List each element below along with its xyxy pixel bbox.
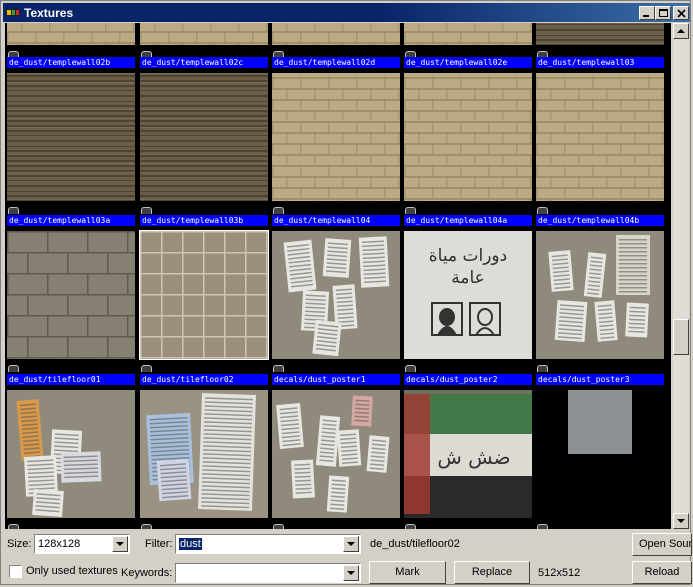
open-source-button[interactable]: Open Source: [632, 533, 692, 556]
keywords-label: Keywords:: [121, 567, 173, 579]
texture-image[interactable]: [7, 390, 135, 518]
arrow-down-icon: [677, 519, 685, 523]
mark-button[interactable]: Mark: [369, 561, 446, 584]
texture-name-label: de_dust/templewall02c: [140, 57, 268, 68]
texture-image[interactable]: [536, 390, 664, 454]
maximize-button[interactable]: [655, 6, 671, 20]
usage-marker-icon: [141, 207, 152, 214]
scroll-thumb[interactable]: [673, 319, 689, 355]
texture-name-label: de_dust/tilefloor01: [7, 374, 135, 385]
filter-value: dust: [179, 538, 202, 550]
texture-name-label: de_dust/templewall04: [272, 215, 400, 226]
texture-image[interactable]: [272, 231, 400, 359]
texture-image[interactable]: [7, 23, 135, 45]
texture-image[interactable]: [140, 73, 268, 201]
maximize-icon: [659, 9, 668, 17]
usage-marker-icon: [537, 365, 548, 372]
sign-line-2: عامة: [451, 268, 485, 288]
only-used-textures-label: Only used textures: [26, 565, 118, 577]
texture-name-label: de_dust/templewall04b: [536, 215, 664, 226]
window-title: Textures: [24, 6, 74, 20]
textures-window: Textures de_dust/templewall02b de_dust/te…: [0, 0, 692, 585]
texture-image[interactable]: ضش ش: [404, 390, 532, 518]
usage-marker-icon: [8, 207, 19, 214]
chevron-down-icon[interactable]: [343, 536, 359, 552]
close-button[interactable]: [673, 6, 689, 20]
selection-outline: [139, 230, 269, 360]
texture-image[interactable]: [272, 390, 400, 518]
texture-image[interactable]: [140, 390, 268, 518]
texture-name-label: de_dust/templewall03b: [140, 215, 268, 226]
filter-label: Filter:: [145, 538, 173, 550]
texture-image[interactable]: دورات مياةعامة: [404, 231, 532, 359]
texture-image[interactable]: [272, 73, 400, 201]
texture-image[interactable]: [536, 23, 664, 45]
texture-name-label: de_dust/tilefloor02: [140, 374, 268, 385]
usage-marker-icon: [273, 207, 284, 214]
texture-name-label: de_dust/templewall02d: [272, 57, 400, 68]
texture-image[interactable]: [536, 73, 664, 201]
texture-name-label: de_dust/templewall02b: [7, 57, 135, 68]
texture-name-label: decals/dust_poster2: [404, 374, 532, 385]
scroll-up-button[interactable]: [673, 23, 689, 39]
scroll-down-button[interactable]: [673, 513, 689, 529]
chevron-down-icon[interactable]: [343, 565, 359, 581]
replace-button[interactable]: Replace: [454, 561, 530, 584]
size-label: Size:: [7, 538, 32, 550]
usage-marker-icon: [8, 524, 19, 529]
texture-name-label: de_dust/templewall02e: [404, 57, 532, 68]
texture-name-label: decals/dust_poster3: [536, 374, 664, 385]
svg-text:ضش ش: ضش ش: [437, 445, 510, 469]
sign-line-1: دورات مياة: [429, 246, 507, 266]
usage-marker-icon: [141, 524, 152, 529]
usage-marker-icon: [141, 365, 152, 372]
texture-image[interactable]: [7, 231, 135, 359]
reload-button[interactable]: Reload: [632, 561, 692, 584]
arrow-up-icon: [677, 29, 685, 33]
texture-image[interactable]: [404, 73, 532, 201]
chevron-down-icon[interactable]: [112, 536, 128, 552]
texture-name-label: de_dust/templewall03: [536, 57, 664, 68]
minimize-button[interactable]: [639, 6, 655, 20]
usage-marker-icon: [405, 207, 416, 214]
size-dropdown[interactable]: 128x128: [34, 534, 130, 554]
texture-name-label: de_dust/templewall03a: [7, 215, 135, 226]
usage-marker-icon: [8, 365, 19, 372]
texture-name-label: decals/dust_poster1: [272, 374, 400, 385]
usage-marker-icon: [405, 524, 416, 529]
texture-name-label: de_dust/templewall04a: [404, 215, 532, 226]
texture-image[interactable]: [272, 23, 400, 45]
hammer-icon: [6, 9, 20, 16]
usage-marker-icon: [405, 365, 416, 372]
texture-image[interactable]: [536, 231, 664, 359]
usage-marker-icon: [537, 524, 548, 529]
usage-marker-icon: [537, 207, 548, 214]
minimize-icon: [643, 15, 649, 17]
selected-texture-name: de_dust/tilefloor02: [370, 538, 460, 550]
texture-image[interactable]: [140, 23, 268, 45]
texture-image[interactable]: [7, 73, 135, 201]
size-value: 128x128: [38, 538, 81, 550]
texture-image[interactable]: [404, 23, 532, 45]
usage-marker-icon: [273, 524, 284, 529]
only-used-textures-checkbox[interactable]: [9, 565, 22, 578]
usage-marker-icon: [273, 365, 284, 372]
texture-dimensions: 512x512: [538, 567, 581, 579]
texture-gallery: de_dust/templewall02b de_dust/templewall0…: [5, 23, 671, 529]
title-bar[interactable]: Textures: [3, 3, 690, 22]
vertical-scrollbar[interactable]: [673, 23, 689, 529]
keywords-input[interactable]: [175, 563, 361, 583]
close-icon: [677, 9, 686, 18]
filter-input[interactable]: dust: [175, 534, 361, 554]
